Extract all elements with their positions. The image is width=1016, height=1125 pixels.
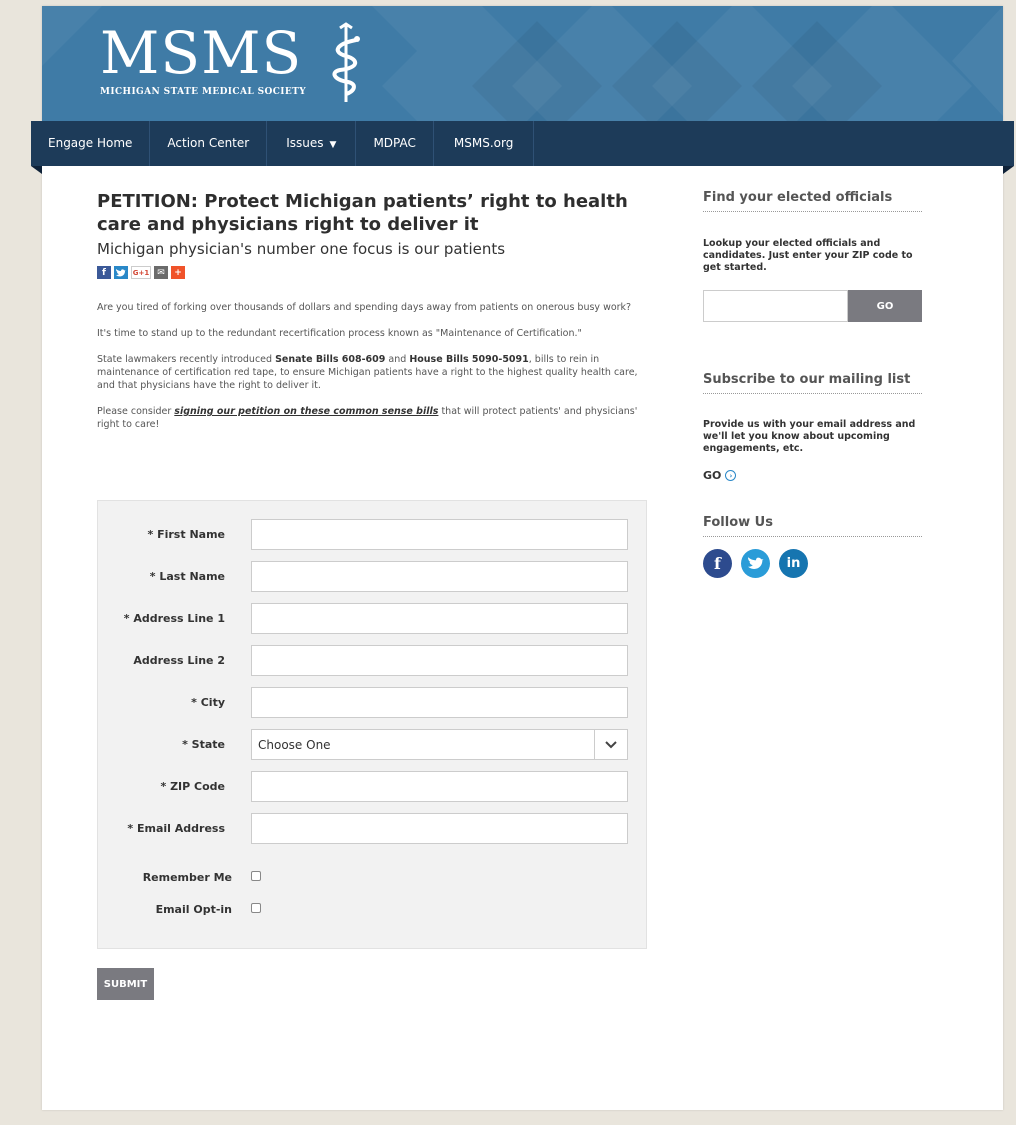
- zip-code-row: * ZIP Code: [98, 771, 648, 803]
- more-icon[interactable]: +: [171, 266, 185, 279]
- zip-lookup: GO: [703, 290, 922, 322]
- intro-text: Are you tired of forking over thousands …: [97, 301, 647, 431]
- caret-down-icon: ▼: [329, 140, 337, 150]
- nav-item-msms-org[interactable]: MSMS.org: [434, 121, 535, 166]
- zip-lookup-input[interactable]: [703, 290, 848, 322]
- email-optin-label: Email Opt-in: [155, 903, 232, 916]
- state-label: * State: [182, 738, 225, 751]
- intro-paragraph: Are you tired of forking over thousands …: [97, 302, 632, 313]
- city-label: * City: [191, 696, 225, 709]
- state-select[interactable]: Choose One: [251, 729, 628, 760]
- senate-bills-text: Senate Bills 608-609: [275, 354, 386, 365]
- state-row: * State Choose One: [98, 729, 648, 761]
- social-links: f in: [703, 549, 922, 578]
- intro-paragraph: It's time to stand up to the redundant r…: [97, 328, 582, 339]
- last-name-row: * Last Name: [98, 561, 648, 593]
- mailing-heading: Subscribe to our mailing list: [703, 372, 922, 394]
- address-line-1-row: * Address Line 1: [98, 603, 648, 635]
- mailing-go-link[interactable]: GO ›: [703, 469, 737, 482]
- address-line-2-label: Address Line 2: [133, 654, 225, 667]
- main-nav: Engage Home Action Center Issues ▼ MDPAC …: [31, 121, 1014, 166]
- remember-me-row: Remember Me: [98, 868, 648, 888]
- page-title: PETITION: Protect Michigan patients’ rig…: [97, 191, 628, 235]
- last-name-field[interactable]: [251, 561, 628, 592]
- email-address-field[interactable]: [251, 813, 628, 844]
- nav-label: MSMS.org: [453, 136, 514, 150]
- email-icon[interactable]: ✉: [154, 266, 168, 279]
- first-name-field[interactable]: [251, 519, 628, 550]
- header-banner: MSMS MICHIGAN STATE MEDICAL SOCIETY: [42, 6, 1003, 121]
- email-optin-checkbox[interactable]: [251, 903, 261, 913]
- facebook-icon[interactable]: f: [703, 549, 732, 578]
- msms-logo[interactable]: MSMS MICHIGAN STATE MEDICAL SOCIETY: [100, 19, 360, 102]
- first-name-row: * First Name: [98, 519, 648, 551]
- house-bills-text: House Bills 5090-5091: [409, 354, 529, 365]
- nav-item-engage-home[interactable]: Engage Home: [31, 121, 151, 166]
- facebook-icon[interactable]: f: [97, 266, 111, 279]
- chevron-down-icon: [594, 730, 627, 759]
- address-line-2-field[interactable]: [251, 645, 628, 676]
- arrow-circle-icon: ›: [725, 470, 737, 481]
- remember-me-label: Remember Me: [142, 871, 232, 884]
- city-field[interactable]: [251, 687, 628, 718]
- last-name-label: * Last Name: [149, 570, 225, 583]
- first-name-label: * First Name: [147, 528, 225, 541]
- twitter-icon[interactable]: [741, 549, 770, 578]
- nav-ribbon-fold-right: [1003, 166, 1014, 174]
- zip-code-label: * ZIP Code: [160, 780, 225, 793]
- petition-link[interactable]: signing our petition on these common sen…: [174, 406, 438, 417]
- logo-subtitle: MICHIGAN STATE MEDICAL SOCIETY: [100, 87, 307, 97]
- zip-go-button[interactable]: GO: [848, 290, 922, 322]
- petition-form: * First Name * Last Name * Address Line …: [97, 500, 647, 949]
- follow-heading: Follow Us: [703, 515, 922, 537]
- address-line-1-field[interactable]: [251, 603, 628, 634]
- nav-ribbon-fold-left: [31, 166, 42, 174]
- city-row: * City: [98, 687, 648, 719]
- nav-label: Action Center: [167, 136, 250, 150]
- address-line-1-label: * Address Line 1: [123, 612, 225, 625]
- submit-button[interactable]: SUBMIT: [97, 968, 154, 1000]
- share-bar: f G+1 ✉ +: [97, 266, 647, 279]
- state-select-value: Choose One: [258, 738, 331, 752]
- remember-me-checkbox[interactable]: [251, 871, 261, 881]
- logo-text: MSMS: [100, 19, 303, 87]
- sidebar: Find your elected officials Lookup your …: [703, 190, 922, 578]
- google-plus-icon[interactable]: G+1: [131, 266, 151, 279]
- email-address-label: * Email Address: [127, 822, 225, 835]
- email-optin-row: Email Opt-in: [98, 900, 648, 920]
- zip-code-field[interactable]: [251, 771, 628, 802]
- mailing-go-label: GO: [703, 469, 722, 482]
- email-address-row: * Email Address: [98, 813, 648, 845]
- mailing-text: Provide us with your email address and w…: [703, 419, 916, 454]
- address-line-2-row: Address Line 2: [98, 645, 648, 677]
- nav-item-action-center[interactable]: Action Center: [150, 121, 268, 166]
- page-container: MSMS MICHIGAN STATE MEDICAL SOCIETY Enga…: [31, 6, 1014, 1110]
- twitter-icon[interactable]: [114, 266, 128, 279]
- officials-text: Lookup your elected officials and candid…: [703, 238, 913, 273]
- nav-item-mdpac[interactable]: MDPAC: [356, 121, 434, 166]
- page-subtitle: Michigan physician's number one focus is…: [97, 240, 506, 258]
- main-content: PETITION: Protect Michigan patients’ rig…: [97, 190, 647, 431]
- linkedin-icon[interactable]: in: [779, 549, 808, 578]
- nav-item-issues[interactable]: Issues ▼: [267, 121, 357, 166]
- caduceus-icon: [332, 22, 360, 102]
- nav-label: MDPAC: [373, 136, 416, 150]
- officials-heading: Find your elected officials: [703, 190, 922, 212]
- nav-label: Engage Home: [48, 136, 133, 150]
- intro-paragraph: Please consider signing our petition on …: [97, 406, 638, 430]
- intro-paragraph: State lawmakers recently introduced Sena…: [97, 354, 638, 391]
- nav-label: Issues: [286, 136, 324, 150]
